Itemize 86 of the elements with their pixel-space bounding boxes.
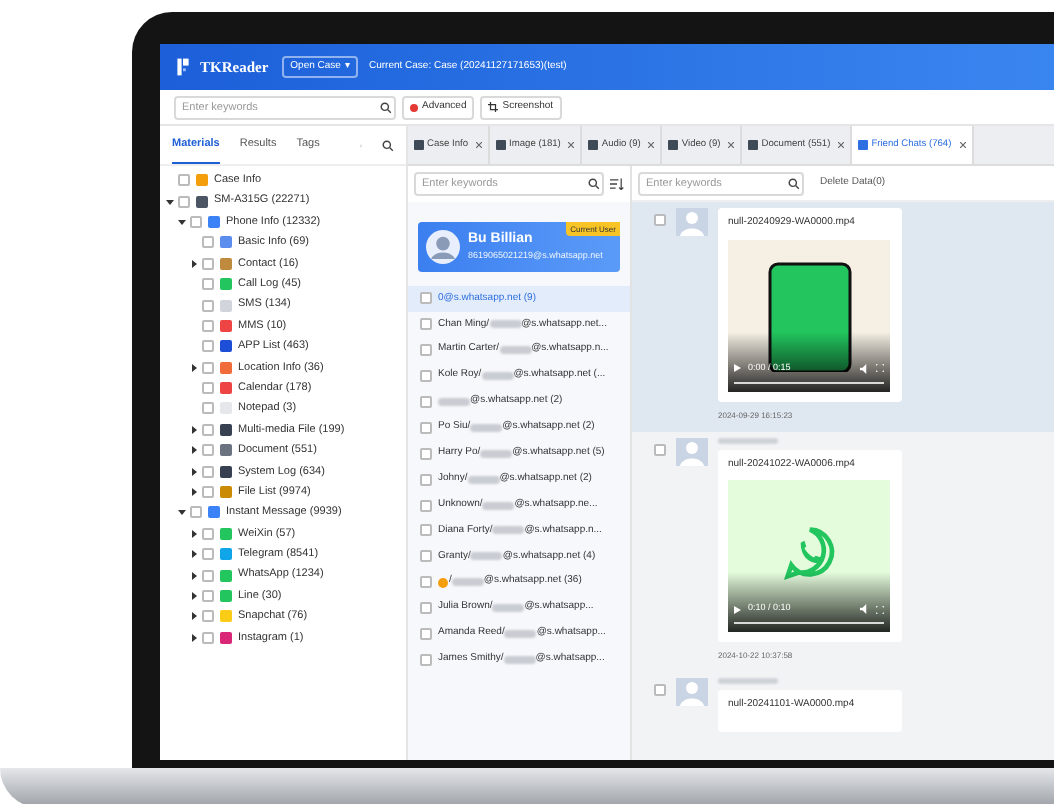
- expand-arrow-icon[interactable]: [190, 612, 198, 621]
- close-icon[interactable]: [838, 142, 845, 148]
- checkbox[interactable]: [420, 499, 432, 512]
- checkbox[interactable]: [202, 402, 214, 415]
- checkbox[interactable]: [420, 524, 432, 537]
- checkbox[interactable]: [202, 569, 214, 582]
- checkbox[interactable]: [420, 396, 432, 408]
- checkbox[interactable]: [202, 590, 214, 602]
- expand-arrow-icon[interactable]: [190, 488, 198, 497]
- checkbox[interactable]: [420, 602, 432, 615]
- logo-icon: [176, 58, 190, 76]
- expand-arrow-icon[interactable]: [190, 633, 198, 642]
- checkbox[interactable]: [202, 382, 214, 395]
- expand-arrow-icon[interactable]: [190, 592, 198, 600]
- expand-arrow-icon[interactable]: [190, 550, 198, 559]
- checkbox[interactable]: [654, 684, 666, 696]
- checkbox[interactable]: [178, 195, 190, 208]
- checkbox[interactable]: [202, 236, 214, 249]
- avatar-icon: [676, 208, 708, 236]
- checkbox[interactable]: [202, 340, 214, 353]
- checkbox[interactable]: [202, 319, 214, 332]
- crop-icon: [488, 102, 499, 112]
- expand-arrow-icon[interactable]: [190, 529, 198, 538]
- document-icon: [414, 140, 423, 150]
- close-icon[interactable]: [728, 142, 735, 148]
- checkbox[interactable]: [202, 299, 214, 312]
- checkbox[interactable]: [420, 473, 432, 486]
- chat-logo-drawing: [782, 524, 838, 580]
- checkbox[interactable]: [420, 576, 432, 589]
- document-icon: [858, 140, 868, 150]
- checkbox[interactable]: [202, 527, 214, 540]
- expand-arrow-icon[interactable]: [190, 259, 198, 268]
- document-icon: [748, 140, 758, 150]
- checkbox[interactable]: [420, 653, 432, 666]
- checkbox[interactable]: [202, 465, 214, 478]
- checkbox[interactable]: [420, 344, 432, 357]
- collapse-arrow-icon[interactable]: [178, 217, 186, 226]
- close-icon[interactable]: [476, 142, 483, 148]
- checkbox[interactable]: [420, 421, 432, 434]
- checkbox[interactable]: [190, 506, 202, 519]
- avatar-icon: [676, 437, 708, 465]
- close-icon[interactable]: [568, 142, 575, 148]
- checkbox[interactable]: [190, 215, 202, 228]
- expand-arrow-icon[interactable]: [190, 467, 198, 476]
- checkbox[interactable]: [202, 610, 214, 623]
- search-icon: [380, 101, 392, 113]
- emoji-icon: [438, 577, 448, 588]
- checkbox[interactable]: [420, 550, 432, 563]
- document-icon: [588, 140, 598, 150]
- volume-icon: [860, 363, 870, 374]
- sort-icon: [610, 178, 624, 190]
- expand-arrow-icon[interactable]: [190, 446, 198, 455]
- document-icon: [496, 140, 506, 150]
- checkbox[interactable]: [420, 628, 432, 641]
- close-icon[interactable]: [959, 142, 966, 148]
- checkbox[interactable]: [202, 548, 214, 561]
- search-icon: [788, 177, 800, 189]
- checkbox[interactable]: [202, 423, 214, 436]
- filter-icon: [410, 103, 418, 111]
- search-icon: [588, 178, 600, 190]
- checkbox[interactable]: [178, 174, 190, 187]
- volume-icon: [860, 604, 870, 615]
- checkbox[interactable]: [420, 370, 432, 383]
- checkbox[interactable]: [202, 361, 214, 374]
- checkbox[interactable]: [202, 631, 214, 644]
- play-icon[interactable]: [734, 364, 742, 373]
- checkbox[interactable]: [202, 257, 214, 270]
- checkbox[interactable]: [202, 444, 214, 457]
- close-icon[interactable]: [648, 142, 655, 148]
- avatar-icon: [676, 678, 708, 706]
- checkbox[interactable]: [420, 318, 432, 331]
- collapse-arrow-icon[interactable]: [166, 197, 174, 206]
- checkbox[interactable]: [654, 443, 666, 455]
- play-icon[interactable]: [734, 605, 742, 614]
- expand-arrow-icon[interactable]: [190, 363, 198, 372]
- checkbox[interactable]: [654, 214, 666, 226]
- search-icon: [382, 139, 394, 151]
- avatar-icon: [426, 230, 460, 264]
- checkbox[interactable]: [202, 486, 214, 499]
- expand-arrow-icon[interactable]: [190, 571, 198, 580]
- checkbox[interactable]: [202, 278, 214, 291]
- checkbox[interactable]: [420, 292, 432, 305]
- document-icon: [668, 140, 678, 150]
- checkbox[interactable]: [420, 447, 432, 460]
- collapse-arrow-icon[interactable]: [178, 508, 186, 517]
- expand-arrow-icon[interactable]: [190, 425, 198, 434]
